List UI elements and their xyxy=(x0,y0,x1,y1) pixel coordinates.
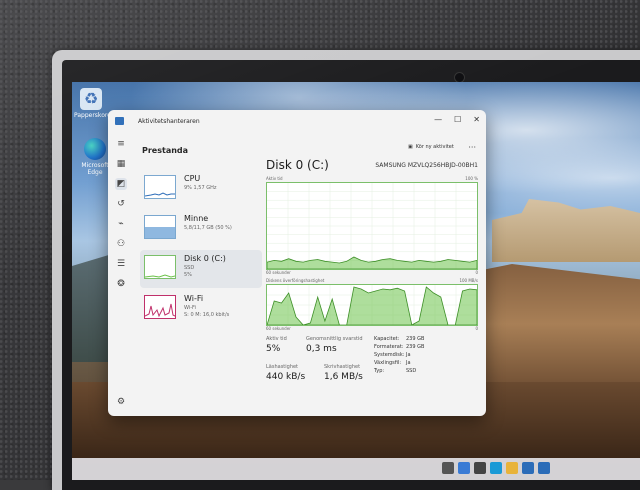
active-time-value: 5% xyxy=(266,344,281,354)
edge-icon xyxy=(84,138,106,160)
run-task-label: Kör ny aktivitet xyxy=(415,144,454,150)
close-button[interactable]: ✕ xyxy=(473,115,480,124)
resource-sub: 9% 1,57 GHz xyxy=(184,185,217,191)
system-disk-label: Systemdisk: xyxy=(374,352,405,358)
recycle-bin-label: Papperskorg xyxy=(74,112,112,119)
edge-taskbar-icon[interactable] xyxy=(490,462,502,474)
disk-detail-panel: Disk 0 (C:) SAMSUNG MZVLQ256HBJD-00BH1 A… xyxy=(266,158,478,408)
memory-thumbnail xyxy=(144,215,176,239)
processes-icon[interactable]: ▦ xyxy=(115,158,127,170)
formatted-label: Formaterat: xyxy=(374,344,404,350)
desktop-screen: ♻ Papperskorg Microsoft Edge Aktivitetsh… xyxy=(72,82,640,480)
type-value: SSD xyxy=(406,368,417,374)
read-speed-label: Läshastighet xyxy=(266,364,299,370)
performance-icon[interactable]: ◩ xyxy=(115,178,127,190)
type-label: Typ: xyxy=(374,368,385,374)
resource-name: Disk 0 (C:) xyxy=(184,254,226,263)
transfer-graph-duration: 60 sekunder xyxy=(266,326,291,331)
minimize-button[interactable]: — xyxy=(434,115,442,124)
more-options-button[interactable]: ··· xyxy=(468,143,476,152)
pagefile-label: Växlingsfil: xyxy=(374,360,402,366)
edge-desktop-icon[interactable]: Microsoft Edge xyxy=(78,138,112,176)
resource-wifi[interactable]: Wi-Fi Wi-Fi S: 0 M: 16,0 kbit/s xyxy=(140,290,262,328)
resource-name: CPU xyxy=(184,174,201,183)
start-icon[interactable] xyxy=(458,462,470,474)
file-explorer-icon[interactable] xyxy=(506,462,518,474)
startup-apps-icon[interactable]: ⌁ xyxy=(115,218,127,230)
transfer-rate-chart xyxy=(266,285,478,326)
app-history-icon[interactable]: ↺ xyxy=(115,198,127,210)
wifi-thumbnail xyxy=(144,295,176,319)
resource-cpu[interactable]: CPU 9% 1,57 GHz xyxy=(140,170,262,208)
transfer-graph-min: 0 xyxy=(475,326,478,331)
window-title: Aktivitetshanteraren xyxy=(138,118,200,125)
active-time-graph xyxy=(266,182,478,270)
disk-title: Disk 0 (C:) xyxy=(266,158,329,172)
active-time-chart xyxy=(266,183,478,270)
section-title: Prestanda xyxy=(142,146,189,155)
response-time-label: Genomsnittlig svarstid xyxy=(306,336,363,342)
services-icon[interactable]: ❂ xyxy=(115,278,127,290)
edge-label: Microsoft Edge xyxy=(81,162,109,176)
menu-icon[interactable]: ≡ xyxy=(115,138,127,150)
write-speed-label: Skrivhastighet xyxy=(324,364,361,370)
task-manager-window: Aktivitetshanteraren — ☐ ✕ ≡ ▦ ◩ ↺ ⌁ ⚇ ☰… xyxy=(108,110,486,416)
capacity-label: Kapacitet: xyxy=(374,336,400,342)
active-time-label: Aktiv tid xyxy=(266,336,287,342)
cpu-thumbnail xyxy=(144,175,176,199)
read-speed-value: 440 kB/s xyxy=(266,372,306,382)
recycle-bin-icon[interactable]: ♻ Papperskorg xyxy=(74,88,112,119)
pagefile-value: Ja xyxy=(406,360,411,366)
task-view-icon[interactable] xyxy=(442,462,454,474)
resource-disk[interactable]: Disk 0 (C:) SSD 5% xyxy=(140,250,262,288)
write-speed-value: 1,6 MB/s xyxy=(324,372,363,382)
recycle-icon: ♻ xyxy=(80,88,102,110)
resource-name: Minne xyxy=(184,214,209,223)
active-time-graph-max: 100 % xyxy=(465,176,478,181)
maximize-button[interactable]: ☐ xyxy=(454,115,461,124)
formatted-value: 239 GB xyxy=(406,344,425,350)
photo-scene: ♻ Papperskorg Microsoft Edge Aktivitetsh… xyxy=(0,0,640,490)
title-bar[interactable]: Aktivitetshanteraren — ☐ ✕ xyxy=(108,110,486,132)
transfer-rate-graph xyxy=(266,284,478,326)
transfer-graph-label: Diskens överföringshastighet xyxy=(266,278,325,283)
resource-sub-2: S: 0 M: 16,0 kbit/s xyxy=(184,312,230,318)
resource-memory[interactable]: Minne 5,8/11,7 GB (50 %) xyxy=(140,210,262,248)
run-new-task-button[interactable]: ▣ Kör ny aktivitet xyxy=(408,144,454,150)
capacity-value: 239 GB xyxy=(406,336,425,342)
active-time-graph-duration: 60 sekunder xyxy=(266,270,291,275)
settings-icon[interactable]: ⚙ xyxy=(115,396,127,408)
run-task-icon: ▣ xyxy=(408,144,413,150)
resource-sub: Wi-Fi xyxy=(184,305,196,311)
active-time-graph-min: 0 xyxy=(475,270,478,275)
system-disk-value: Ja xyxy=(406,352,411,358)
transfer-rate-series xyxy=(266,286,478,326)
taskbar xyxy=(72,458,640,480)
details-icon[interactable]: ☰ xyxy=(115,258,127,270)
disk-thumbnail xyxy=(144,255,176,279)
resource-name: Wi-Fi xyxy=(184,294,204,303)
active-time-graph-label: Aktiv tid xyxy=(266,176,283,181)
response-time-value: 0,3 ms xyxy=(306,344,337,354)
task-manager-icon xyxy=(115,117,124,125)
task-manager-taskbar-icon[interactable] xyxy=(538,462,550,474)
nav-rail: ≡ ▦ ◩ ↺ ⌁ ⚇ ☰ ❂ ⚙ xyxy=(108,132,134,416)
search-icon[interactable] xyxy=(474,462,486,474)
resource-sub: SSD xyxy=(184,265,195,271)
store-icon[interactable] xyxy=(522,462,534,474)
transfer-graph-max: 100 MB/s xyxy=(459,278,478,283)
resource-sub: 5,8/11,7 GB (50 %) xyxy=(184,225,232,231)
resource-sub-2: 5% xyxy=(184,272,192,278)
disk-model: SAMSUNG MZVLQ256HBJD-00BH1 xyxy=(375,162,478,169)
users-icon[interactable]: ⚇ xyxy=(115,238,127,250)
